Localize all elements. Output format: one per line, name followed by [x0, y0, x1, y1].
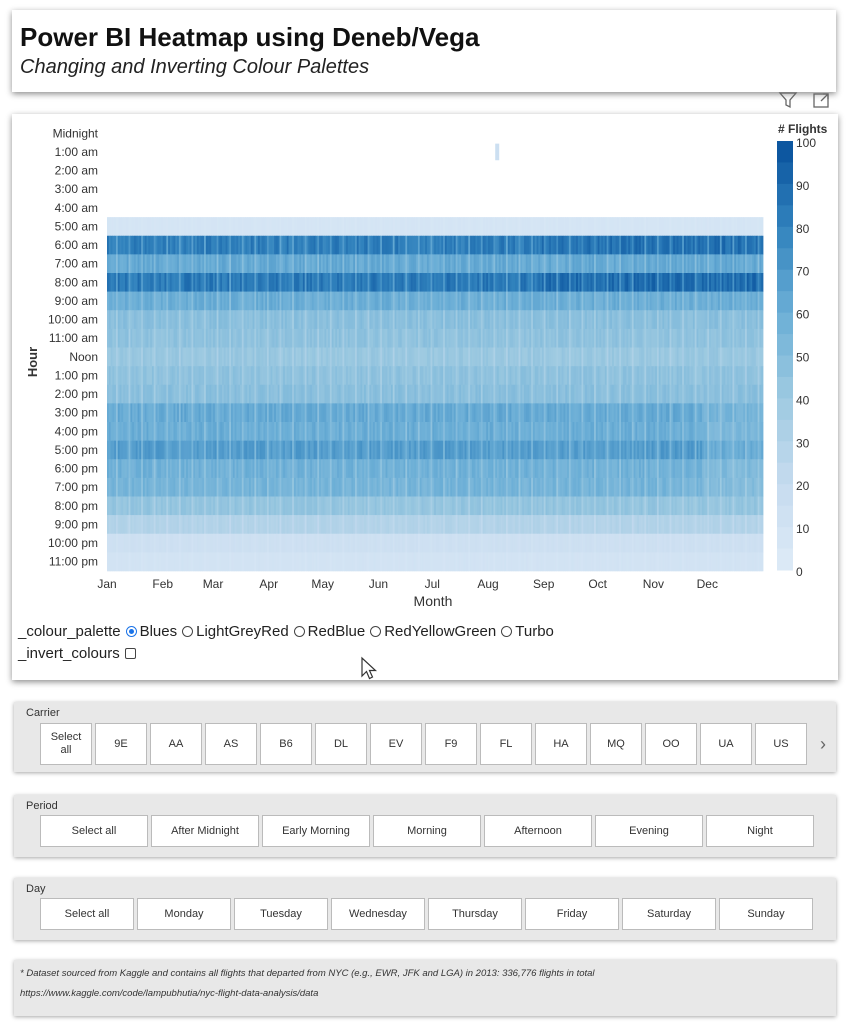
- heatmap-cell: [761, 291, 764, 311]
- y-tick-label: Midnight: [53, 126, 99, 140]
- visual-header-icons: [778, 92, 829, 109]
- y-tick-label: 5:00 am: [55, 219, 98, 233]
- y-tick-label: 8:00 pm: [55, 499, 98, 513]
- y-tick-label: 3:00 pm: [55, 406, 98, 420]
- y-tick-label: 5:00 pm: [55, 443, 98, 457]
- heatmap-chart: Midnight 1:00 am 2:00 am 3:00 am 4:00 am 5:00…: [25, 122, 828, 609]
- y-tick-label: 4:00 am: [55, 201, 98, 215]
- title-card: Power BI Heatmap using Deneb/Vega Changi…: [12, 10, 836, 92]
- y-tick-label: 8:00 am: [55, 275, 98, 289]
- page-subtitle: Changing and Inverting Colour Palettes: [20, 56, 370, 78]
- y-tick-label: 9:00 am: [55, 294, 98, 308]
- focus-mode-icon[interactable]: [813, 93, 829, 108]
- filter-icon[interactable]: [778, 92, 798, 109]
- heatmap-cell: [761, 440, 764, 460]
- y-tick-label: 10:00 am: [48, 313, 98, 327]
- visual-header: [778, 90, 838, 110]
- y-tick-label: 1:00 pm: [55, 368, 98, 382]
- heatmap-cell: [761, 384, 764, 404]
- y-tick-label: 3:00 am: [55, 182, 98, 196]
- page-title: Power BI Heatmap using Deneb/Vega: [20, 22, 480, 52]
- heatmap-cell: [761, 217, 764, 237]
- y-tick-label: 9:00 pm: [55, 517, 98, 531]
- y-tick-label: 2:00 am: [55, 164, 98, 178]
- heatmap-cell: [761, 328, 764, 348]
- y-tick-label: Noon: [69, 350, 98, 364]
- y-tick-label: 6:00 pm: [55, 462, 98, 476]
- y-tick-label: 7:00 pm: [55, 480, 98, 494]
- heatmap-cell: [761, 310, 764, 330]
- heatmap-cell: [495, 143, 500, 161]
- y-tick-label: 2:00 pm: [55, 387, 98, 401]
- heatmap-cells: [107, 143, 764, 572]
- y-tick-label: 4:00 pm: [55, 424, 98, 438]
- heatmap-cell: [761, 235, 764, 255]
- heatmap-card: Midnight 1:00 am 2:00 am 3:00 am 4:00 am 5:00…: [12, 114, 838, 680]
- y-tick-label: 10:00 pm: [48, 536, 98, 550]
- heatmap-cell: [761, 273, 764, 292]
- y-tick-label: 11:00 am: [49, 331, 98, 345]
- heatmap-cell: [761, 422, 764, 441]
- y-tick-label: 6:00 am: [55, 238, 98, 252]
- y-tick-label: 11:00 pm: [49, 555, 98, 569]
- heatmap-cell: [761, 403, 764, 423]
- y-tick-label: 7:00 am: [55, 257, 98, 271]
- heatmap-cell: [761, 366, 764, 386]
- heatmap-cell: [761, 254, 764, 274]
- heatmap-cell: [761, 347, 764, 367]
- y-tick-label: 1:00 am: [55, 145, 98, 159]
